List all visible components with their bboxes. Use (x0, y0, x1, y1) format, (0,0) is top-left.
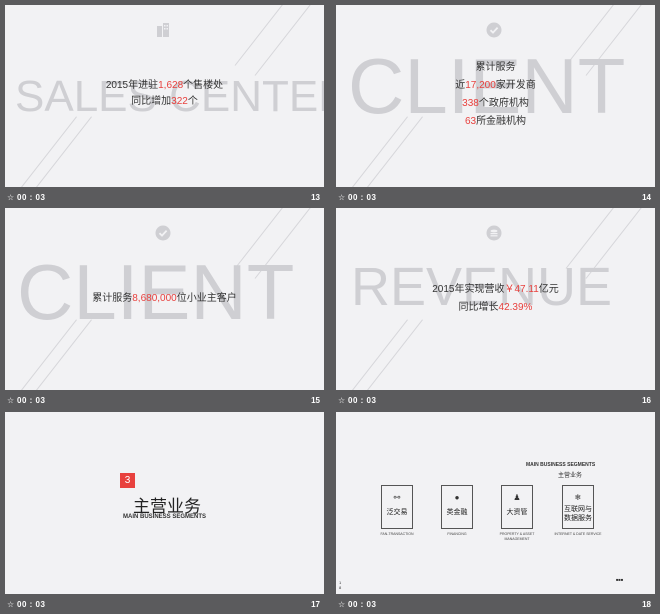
slide-info-bar: ☆ 00 : 03 13 (5, 187, 324, 207)
stat-line-1: 2015年实现营收￥47.11亿元 (432, 284, 559, 295)
slide-info-bar: ☆ 00 : 03 18 (336, 594, 655, 614)
slide-17-canvas[interactable]: 3 主营业务 MAIN BUSINESS SEGMENTS (5, 412, 324, 594)
segment-label: 泛交易 (386, 509, 408, 516)
slide-thumbnail-17[interactable]: 3 主营业务 MAIN BUSINESS SEGMENTS ☆ 00 : 03 … (5, 412, 324, 614)
stat-line-2: 同比增长42.39% (458, 302, 533, 313)
coin-icon: ● (454, 493, 460, 502)
slide-number: 14 (642, 193, 651, 202)
stat-line-3: 338个政府机构 (462, 98, 529, 109)
segment-caption: FAN-TRANSACTION (380, 532, 414, 536)
link-icon: ⚯ (393, 493, 401, 502)
slide-info-bar: ☆ 00 : 03 15 (5, 390, 324, 410)
slide-18-canvas[interactable]: MAIN BUSINESS SEGMENTS 主营业务 ⚯ 泛交易 FAN-TR… (336, 412, 655, 594)
header-en: MAIN BUSINESS SEGMENTS (526, 462, 596, 468)
segment-label: 大资管 (506, 509, 528, 516)
slide-13-canvas[interactable]: SALES CENTER 2015年进驻1,628个售楼处 同比增加322个 (5, 5, 324, 187)
segment-caption: INTERNET & DATE SERVICE (554, 532, 602, 536)
header-cn: 主营业务 (558, 473, 583, 479)
star-icon[interactable]: ☆ (7, 193, 14, 202)
stat-line-1: 2015年进驻1,628个售楼处 (105, 80, 224, 91)
slide-number: 13 (311, 193, 320, 202)
check-circle-icon (486, 22, 502, 38)
slide-info-bar: ☆ 00 : 03 16 (336, 390, 655, 410)
footer-page-mark: 1 8 (339, 580, 342, 590)
section-subtitle: MAIN BUSINESS SEGMENTS (123, 514, 207, 520)
slide-16-canvas[interactable]: REVENUE 2015年实现营收￥47.11亿元 同比增长42.39% (336, 208, 655, 390)
star-icon[interactable]: ☆ (7, 396, 14, 405)
star-icon[interactable]: ☆ (338, 396, 345, 405)
star-icon[interactable]: ☆ (338, 193, 345, 202)
segment-card: ❄ 互联网与数据服务 (562, 485, 594, 529)
slide-thumbnail-16[interactable]: REVENUE 2015年实现营收￥47.11亿元 同比增长42.39% ☆ 0… (336, 208, 655, 410)
transition-time: 00 : 03 (17, 193, 46, 202)
decor-line (254, 5, 317, 76)
segment-caption: PROPERTY & ASSET MANAGEMENT (499, 532, 535, 541)
coins-icon (486, 225, 502, 241)
transition-time: 00 : 03 (348, 396, 377, 405)
decor-line (360, 319, 423, 390)
segment-label: 互联网与数据服务 (564, 506, 592, 522)
slide-thumbnail-18[interactable]: MAIN BUSINESS SEGMENTS 主营业务 ⚯ 泛交易 FAN-TR… (336, 412, 655, 614)
footer-logo: ■■■ (616, 577, 624, 582)
slide-thumbnail-15[interactable]: CLIENT 累计服务8,680,000位小业主客户 ☆ 00 : 03 15 (5, 208, 324, 410)
building-icon (157, 23, 169, 37)
slide-number: 15 (311, 396, 320, 405)
segment-label: 类金融 (446, 509, 468, 516)
snowflake-icon: ❄ (574, 493, 582, 502)
slide-15-canvas[interactable]: CLIENT 累计服务8,680,000位小业主客户 (5, 208, 324, 390)
transition-time: 00 : 03 (17, 396, 46, 405)
stat-line-1: 累计服务 (475, 62, 516, 73)
stat-line-2: 近17,200家开发商 (455, 80, 536, 91)
stat-line-2: 同比增加322个 (131, 96, 198, 107)
slide-thumbnail-13[interactable]: SALES CENTER 2015年进驻1,628个售楼处 同比增加322个 ☆… (5, 5, 324, 207)
segment-card: ⚯ 泛交易 (381, 485, 413, 529)
segment-caption: FINANCING (447, 532, 467, 536)
decor-line (29, 116, 92, 187)
stat-line-1: 累计服务8,680,000位小业主客户 (92, 293, 237, 304)
stat-line-4: 63所金融机构 (464, 116, 527, 127)
slide-number: 16 (642, 396, 651, 405)
section-number-badge: 3 (120, 473, 135, 488)
segment-card: ♟ 大资管 (501, 485, 533, 529)
slide-thumbnail-14[interactable]: CLIENT 累计服务 近17,200家开发商 338个政府机构 63所金融机构… (336, 5, 655, 207)
decor-line (14, 116, 77, 187)
slide-info-bar: ☆ 00 : 03 14 (336, 187, 655, 207)
decor-line (345, 319, 408, 390)
slide-info-bar: ☆ 00 : 03 17 (5, 594, 324, 614)
decor-line (234, 5, 297, 66)
person-icon: ♟ (513, 493, 521, 502)
segment-card: ● 类金融 (441, 485, 473, 529)
slide-14-canvas[interactable]: CLIENT 累计服务 近17,200家开发商 338个政府机构 63所金融机构 (336, 5, 655, 187)
transition-time: 00 : 03 (348, 193, 377, 202)
check-circle-icon (155, 225, 171, 241)
